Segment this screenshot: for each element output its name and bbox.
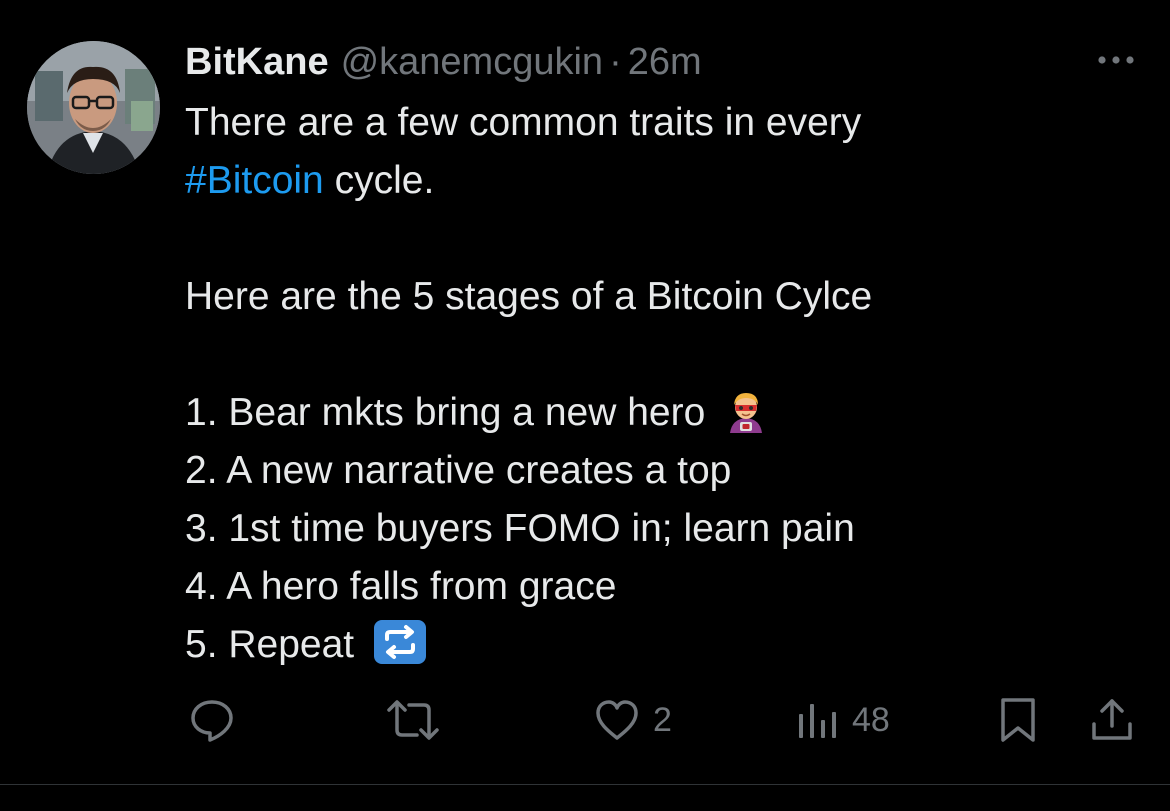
tweet-line: 3. 1st time buyers FOMO in; learn pain: [185, 500, 1145, 558]
views-icon: [799, 704, 836, 738]
tweet-line-text: 4. A hero falls from grace: [185, 565, 617, 608]
like-count: 2: [653, 700, 672, 739]
views-button[interactable]: 48: [796, 694, 890, 746]
hashtag-link[interactable]: #Bitcoin: [185, 159, 324, 202]
action-bar: 2 48: [0, 694, 1170, 746]
tweet-line: 2. A new narrative creates a top: [185, 442, 1145, 500]
tweet-text: There are a few common traits in every #…: [185, 94, 1145, 674]
tweet-line-text: 2. A new narrative creates a top: [185, 449, 732, 492]
repost-button[interactable]: [385, 694, 441, 746]
divider: [0, 784, 1170, 785]
tweet[interactable]: BitKane @kanemcgukin · 26m There are a f…: [0, 0, 1170, 784]
tweet-header: BitKane @kanemcgukin · 26m: [185, 38, 702, 86]
avatar[interactable]: [27, 41, 160, 174]
timestamp[interactable]: 26m: [628, 38, 702, 86]
tweet-line: Here are the 5 stages of a Bitcoin Cylce: [185, 268, 1145, 326]
reply-icon: [191, 700, 233, 742]
share-button[interactable]: [1088, 694, 1136, 746]
avatar-photo: [27, 41, 160, 174]
tweet-line: 4. A hero falls from grace: [185, 558, 1145, 616]
tweet-line: 1. Bear mkts bring a new hero: [185, 384, 1145, 442]
tweet-line: There are a few common traits in every: [185, 94, 1145, 152]
more-options-button[interactable]: [1092, 44, 1140, 76]
repost-icon: [387, 700, 439, 740]
tweet-line-text: Here are the 5 stages of a Bitcoin Cylce: [185, 275, 873, 318]
tweet-line-text: 5. Repeat: [185, 623, 355, 666]
handle[interactable]: @kanemcgukin: [341, 38, 603, 86]
heart-icon: [596, 700, 638, 740]
tweet-line-text: 1. Bear mkts bring a new hero: [185, 391, 706, 434]
share-icon: [1092, 699, 1132, 740]
tweet-line: 5. Repeat: [185, 616, 1145, 674]
tweet-line-text: cycle.: [323, 159, 435, 202]
more-icon: [1098, 56, 1134, 64]
bookmark-icon: [1001, 698, 1035, 742]
like-button[interactable]: 2: [593, 694, 672, 746]
display-name[interactable]: BitKane: [185, 38, 329, 86]
views-count: 48: [852, 700, 890, 739]
tweet-line-text: There are a few common traits in every: [185, 101, 862, 144]
tweet-line: #Bitcoin cycle.: [185, 152, 1145, 210]
superhero-emoji-icon: [724, 389, 768, 450]
tweet-line-text: 3. 1st time buyers FOMO in; learn pain: [185, 507, 855, 550]
repeat-emoji-icon: [373, 619, 427, 682]
separator-dot: ·: [609, 41, 622, 83]
bookmark-button[interactable]: [998, 694, 1038, 746]
reply-button[interactable]: [188, 694, 236, 746]
